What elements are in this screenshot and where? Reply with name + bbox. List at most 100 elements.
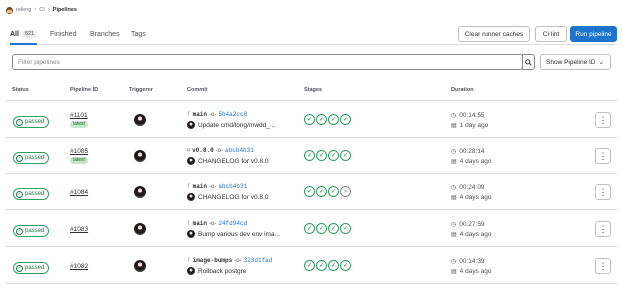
stage-passed-icon[interactable]: ✓ (316, 186, 327, 197)
search-button[interactable] (522, 54, 535, 70)
stage-passed-icon[interactable]: ✓ (328, 223, 339, 234)
calendar-icon: ▤ (451, 269, 457, 275)
author-avatar (187, 267, 195, 275)
pipeline-id-display-dropdown[interactable]: Show Pipeline ID ⌄ (540, 54, 611, 70)
stage-passed-icon[interactable]: ✓ (304, 150, 315, 161)
triggerer-avatar[interactable] (134, 150, 146, 162)
commit-message-link[interactable]: CHANGELOG for v0.8.0 (198, 194, 268, 201)
stage-passed-icon[interactable]: ✓ (328, 260, 339, 271)
table-row[interactable]: ✓ passed #1084 ᚴ main -o- abcb4b31 CHANG… (6, 174, 617, 210)
tab-branches[interactable]: Branches (90, 28, 120, 41)
ref-link[interactable]: image-bumps (193, 257, 233, 264)
pipeline-id-link[interactable]: #1101 (70, 112, 88, 119)
stage-passed-icon[interactable]: ✓ (328, 114, 339, 125)
author-avatar (187, 157, 195, 165)
triggerer-avatar[interactable] (134, 260, 146, 272)
stage-passed-icon[interactable]: ✓ (340, 223, 351, 234)
stage-passed-icon[interactable]: ✓ (316, 150, 327, 161)
pipeline-id-link[interactable]: #1085 (70, 148, 88, 155)
breadcrumb-project[interactable]: releng (16, 7, 31, 13)
finished-value: 4 days ago (459, 158, 492, 165)
pipeline-id-link[interactable]: #1083 (70, 226, 88, 233)
stage-passed-icon[interactable]: ✓ (304, 223, 315, 234)
more-actions-button[interactable]: ⋮ (595, 184, 611, 200)
status-badge[interactable]: ✓ passed (13, 225, 50, 237)
filter-pipelines-input[interactable]: Filter pipelines (12, 54, 523, 70)
stage-passed-icon[interactable]: ✓ (340, 150, 351, 161)
col-triggerer: Triggerer (129, 87, 153, 93)
ref-link[interactable]: v0.8.0 (192, 147, 214, 154)
triggerer-avatar[interactable] (134, 114, 146, 126)
stage-passed-icon[interactable]: ✓ (328, 150, 339, 161)
stage-passed-icon[interactable]: ✓ (304, 186, 315, 197)
commit-message-link[interactable]: Bump various dev env ima... (198, 231, 280, 238)
finished-at: ▤ 4 days ago (451, 194, 491, 201)
status-badge[interactable]: ✓ passed (13, 152, 50, 164)
author-avatar (187, 193, 195, 201)
branch-icon: ᚴ (187, 111, 191, 118)
check-circle-icon: ✓ (16, 118, 23, 126)
stage-passed-icon[interactable]: ✓ (340, 260, 351, 271)
stage-skipped-icon[interactable]: » (340, 186, 351, 197)
run-pipeline-button[interactable]: Run pipeline (570, 26, 617, 42)
calendar-icon: ▤ (451, 123, 457, 129)
finished-value: 1 day ago (459, 122, 489, 129)
stage-passed-icon[interactable]: ✓ (304, 114, 315, 125)
triggerer-avatar[interactable] (134, 223, 146, 235)
clear-runner-caches-button[interactable]: Clear runner caches (458, 26, 530, 42)
breadcrumb-ci[interactable]: CI (39, 7, 45, 13)
table-row[interactable]: ✓ passed #1083 ᚴ main -o- 24fd94cd Bump … (6, 211, 617, 247)
pipeline-stages: ✓ ✓ ✓ ✓ (304, 114, 351, 125)
ci-lint-button[interactable]: CI lint (535, 26, 567, 42)
ref-link[interactable]: main (193, 111, 207, 118)
dropdown-label: Show Pipeline ID (546, 58, 596, 66)
finished-value: 4 days ago (459, 231, 492, 238)
breadcrumb: releng › CI › Pipelines (6, 5, 77, 15)
status-badge[interactable]: ✓ passed (13, 262, 50, 274)
finished-at: ▤ 4 days ago (451, 231, 491, 238)
stage-passed-icon[interactable]: ✓ (316, 260, 327, 271)
commit-message-link[interactable]: Rollback postgre (198, 268, 246, 275)
commit-sha-link[interactable]: abcb4b31 (225, 147, 254, 154)
stage-passed-icon[interactable]: ✓ (316, 114, 327, 125)
stage-passed-icon[interactable]: ✓ (340, 114, 351, 125)
clock-icon: ◷ (451, 149, 457, 155)
status-badge[interactable]: ✓ passed (13, 188, 50, 200)
kebab-icon: ⋮ (598, 186, 608, 197)
triggerer-avatar[interactable] (134, 186, 146, 198)
commit-title: Update cmd/long/mwdd_... (187, 121, 275, 129)
commit-sha-link[interactable]: abcb4b31 (218, 183, 247, 190)
pipeline-id-link[interactable]: #1082 (70, 263, 88, 270)
status-badge[interactable]: ✓ passed (13, 116, 50, 128)
stage-passed-icon[interactable]: ✓ (316, 223, 327, 234)
tab-tags[interactable]: Tags (131, 28, 146, 41)
commit-message-link[interactable]: Update cmd/long/mwdd_... (198, 122, 275, 129)
tab-finished[interactable]: Finished (50, 28, 76, 41)
pipeline-id-link[interactable]: #1084 (70, 189, 88, 196)
commit-ref: ⌑ v0.8.0 -o- abcb4b31 (187, 147, 254, 154)
stage-passed-icon[interactable]: ✓ (328, 186, 339, 197)
commit-ref: ᚴ main -o- 24fd94cd (187, 220, 247, 227)
calendar-icon: ▤ (451, 232, 457, 238)
more-actions-button[interactable]: ⋮ (595, 258, 611, 274)
ref-link[interactable]: main (193, 183, 207, 190)
table-row[interactable]: ✓ passed #1085 latest ⌑ v0.8.0 -o- abcb4… (6, 138, 617, 174)
commit-sha-link[interactable]: 24fd94cd (218, 220, 247, 227)
table-row[interactable]: ✓ passed #1101 latest ᚴ main -o- 5b4a2cc… (6, 102, 617, 138)
commit-sha-link[interactable]: 323d1fad (244, 257, 273, 264)
tab-all[interactable]: All 521 (10, 28, 38, 45)
breadcrumb-current[interactable]: Pipelines (53, 7, 77, 13)
commit-message-link[interactable]: CHANGELOG for v0.8.0 (198, 158, 268, 165)
table-row[interactable]: ✓ passed #1082 ᚴ image-bumps -o- 323d1fa… (6, 248, 617, 284)
calendar-icon: ▤ (451, 159, 457, 165)
commit-sha-link[interactable]: 5b4a2cc8 (218, 111, 247, 118)
more-actions-button[interactable]: ⋮ (595, 148, 611, 164)
finished-at: ▤ 1 day ago (451, 122, 488, 129)
more-actions-button[interactable]: ⋮ (595, 221, 611, 237)
stage-passed-icon[interactable]: ✓ (304, 260, 315, 271)
more-actions-button[interactable]: ⋮ (595, 112, 611, 128)
duration-value: 00:27:59 (459, 221, 485, 228)
ref-link[interactable]: main (193, 220, 207, 227)
commit-icon: -o- (209, 183, 217, 190)
check-circle-icon: ✓ (16, 227, 23, 235)
